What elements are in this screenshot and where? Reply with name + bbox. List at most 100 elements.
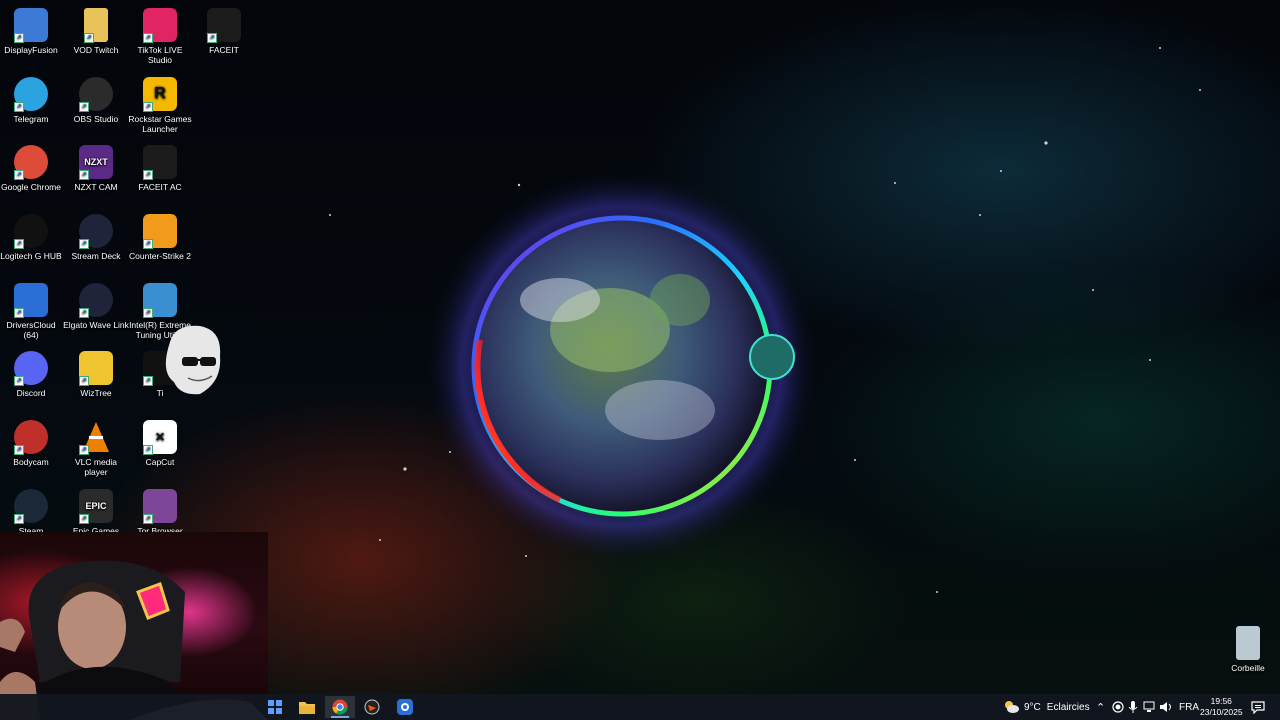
- notification-icon: [1251, 700, 1265, 714]
- desktop-icon-nzxt[interactable]: NZXT ↗ NZXT CAM: [63, 141, 129, 192]
- desktop-icon-label: FACEIT AC: [138, 182, 182, 192]
- telegram-icon: ↗: [14, 77, 48, 112]
- desktop-icon-logitech[interactable]: ↗ Logitech G HUB: [0, 210, 64, 261]
- desktop-icon-tiktok-live[interactable]: ↗ TikTok LIVE Studio: [127, 4, 193, 65]
- desktop-icon-label: Bodycam: [13, 457, 49, 467]
- desktop-icon-wiztree[interactable]: ↗ WizTree: [63, 347, 129, 398]
- folder-icon: ↗: [84, 8, 108, 43]
- desktop-icon-recycle-bin[interactable]: Corbeille: [1215, 622, 1280, 673]
- desktop-icon-faceit[interactable]: ↗ FACEIT: [191, 4, 257, 55]
- desktop-icon-counter-strike[interactable]: ↗ Counter-Strike 2: [127, 210, 193, 261]
- record-status-icon: [1112, 701, 1124, 713]
- displayfusion-icon: ↗: [14, 8, 48, 43]
- webcam-streamer-figure: [0, 560, 268, 720]
- shortcut-arrow-icon: ↗: [143, 239, 153, 249]
- desktop-icon-discord[interactable]: ↗ Discord: [0, 347, 64, 398]
- tray-microphone[interactable]: [1128, 694, 1138, 720]
- shortcut-arrow-icon: ↗: [79, 239, 89, 249]
- shortcut-arrow-icon: ↗: [14, 170, 24, 180]
- meme-sticker: [160, 322, 226, 398]
- desktop-icon-vlc[interactable]: ↗ VLC media player: [63, 416, 129, 477]
- driverscloud-icon: ↗: [14, 283, 48, 318]
- desktop-icon-label: Corbeille: [1231, 663, 1265, 673]
- desktop-icon-label: DisplayFusion: [4, 45, 58, 55]
- logitech-icon: ↗: [14, 214, 48, 249]
- desktop-icon-label: Rockstar Games Launcher: [128, 114, 192, 134]
- vlc-icon: ↗: [79, 420, 113, 455]
- chrome-icon: [332, 699, 348, 715]
- show-hidden-icons-button[interactable]: ⌃: [1096, 694, 1105, 720]
- desktop-icon-displayfusion[interactable]: ↗ DisplayFusion: [0, 4, 64, 55]
- desktop-icon-folder[interactable]: ↗ VOD Twitch: [63, 4, 129, 55]
- desktop-icon-stream-deck[interactable]: ↗ Stream Deck: [63, 210, 129, 261]
- desktop-icon-label: WizTree: [80, 388, 112, 398]
- network-icon: [1143, 701, 1155, 712]
- tiktok-live-icon: ↗: [143, 8, 177, 43]
- desktop-icon-obs[interactable]: ↗ OBS Studio: [63, 73, 129, 124]
- action-center-button[interactable]: [1251, 694, 1265, 720]
- chevron-up-icon: ⌃: [1096, 701, 1106, 714]
- epic-games-icon: EPIC ↗: [79, 489, 113, 524]
- partly-cloudy-icon: [1005, 701, 1019, 713]
- shortcut-arrow-icon: ↗: [79, 308, 89, 318]
- desktop-icon-chrome[interactable]: ↗ Google Chrome: [0, 141, 64, 192]
- desktop-icon-label: VLC media player: [74, 457, 118, 477]
- desktop-icon-faceit-ac[interactable]: ↗ FACEIT AC: [127, 141, 193, 192]
- tray-network[interactable]: [1143, 694, 1157, 720]
- desktop-icon-rockstar[interactable]: R ↗ Rockstar Games Launcher: [127, 73, 193, 134]
- nzxt-icon: NZXT ↗: [79, 145, 113, 180]
- stream-deck-icon: ↗: [79, 214, 113, 249]
- shortcut-arrow-icon: ↗: [143, 102, 153, 112]
- desktop-icon-steam[interactable]: ↗ Steam: [0, 485, 64, 536]
- folder-icon: [299, 702, 315, 714]
- shortcut-arrow-icon: ↗: [143, 33, 153, 43]
- faceit-ac-icon: ↗: [143, 145, 177, 180]
- shortcut-arrow-icon: ↗: [143, 514, 153, 524]
- desktop-icon-label: Discord: [16, 388, 46, 398]
- shortcut-arrow-icon: ↗: [79, 514, 89, 524]
- counter-strike-icon: ↗: [143, 214, 177, 249]
- desktop-icon-label: DriversCloud (64): [6, 320, 56, 340]
- shortcut-arrow-icon: ↗: [14, 33, 24, 43]
- taskbar-file-explorer[interactable]: [292, 696, 322, 718]
- desktop-icon-capcut[interactable]: ✕ ↗ CapCut: [127, 416, 193, 467]
- desktop-icon-label: Counter-Strike 2: [129, 251, 191, 261]
- tray-obs-status[interactable]: [1112, 694, 1124, 720]
- start-button[interactable]: [260, 696, 290, 718]
- desktop-icon-label: TikTok LIVE Studio: [137, 45, 183, 65]
- clock[interactable]: 19:56 23/10/2025: [1200, 694, 1243, 720]
- desktop-icon-driverscloud[interactable]: ↗ DriversCloud (64): [0, 279, 64, 340]
- taskbar-driverscloud[interactable]: [390, 696, 420, 718]
- taskbar-chrome[interactable]: [325, 696, 355, 718]
- webcam-overlay: [0, 532, 268, 720]
- shortcut-arrow-icon: ↗: [143, 376, 153, 386]
- microphone-icon: [1128, 701, 1138, 713]
- obs-icon: ↗: [79, 77, 113, 112]
- steam-icon: ↗: [14, 489, 48, 524]
- shortcut-arrow-icon: ↗: [143, 170, 153, 180]
- desktop-icon-wave-link[interactable]: ↗ Elgato Wave Link: [63, 279, 129, 330]
- wave-link-icon: ↗: [79, 283, 113, 318]
- desktop-icon-epic-games[interactable]: EPIC ↗ Epic Games: [63, 485, 129, 536]
- shortcut-arrow-icon: ↗: [79, 102, 89, 112]
- shortcut-arrow-icon: ↗: [14, 308, 24, 318]
- chrome-icon: ↗: [14, 145, 48, 180]
- tray-volume[interactable]: [1159, 694, 1173, 720]
- desktop-icon-label: Google Chrome: [0, 182, 61, 192]
- shortcut-arrow-icon: ↗: [79, 170, 89, 180]
- intel-xtu-icon: ↗: [143, 283, 177, 318]
- shortcut-arrow-icon: ↗: [14, 445, 24, 455]
- shortcut-arrow-icon: ↗: [14, 239, 24, 249]
- desktop-icon-label: Stream Deck: [71, 251, 121, 261]
- taskbar: 9°C Eclaircies ⌃ FRA 19:56 23/10/2025: [0, 694, 1280, 720]
- taskbar-faceit[interactable]: [357, 696, 387, 718]
- weather-widget[interactable]: 9°C Eclaircies: [1003, 694, 1090, 720]
- clock-date: 23/10/2025: [1200, 707, 1243, 717]
- shortcut-arrow-icon: ↗: [14, 514, 24, 524]
- desktop-icon-telegram[interactable]: ↗ Telegram: [0, 73, 64, 124]
- discord-icon: ↗: [14, 351, 48, 386]
- desktop-icon-bodycam[interactable]: ↗ Bodycam: [0, 416, 64, 467]
- desktop-icon-tor[interactable]: ↗ Tor Browser: [127, 485, 193, 536]
- faceit-ac-icon: [364, 699, 380, 715]
- input-language[interactable]: FRA: [1179, 694, 1199, 720]
